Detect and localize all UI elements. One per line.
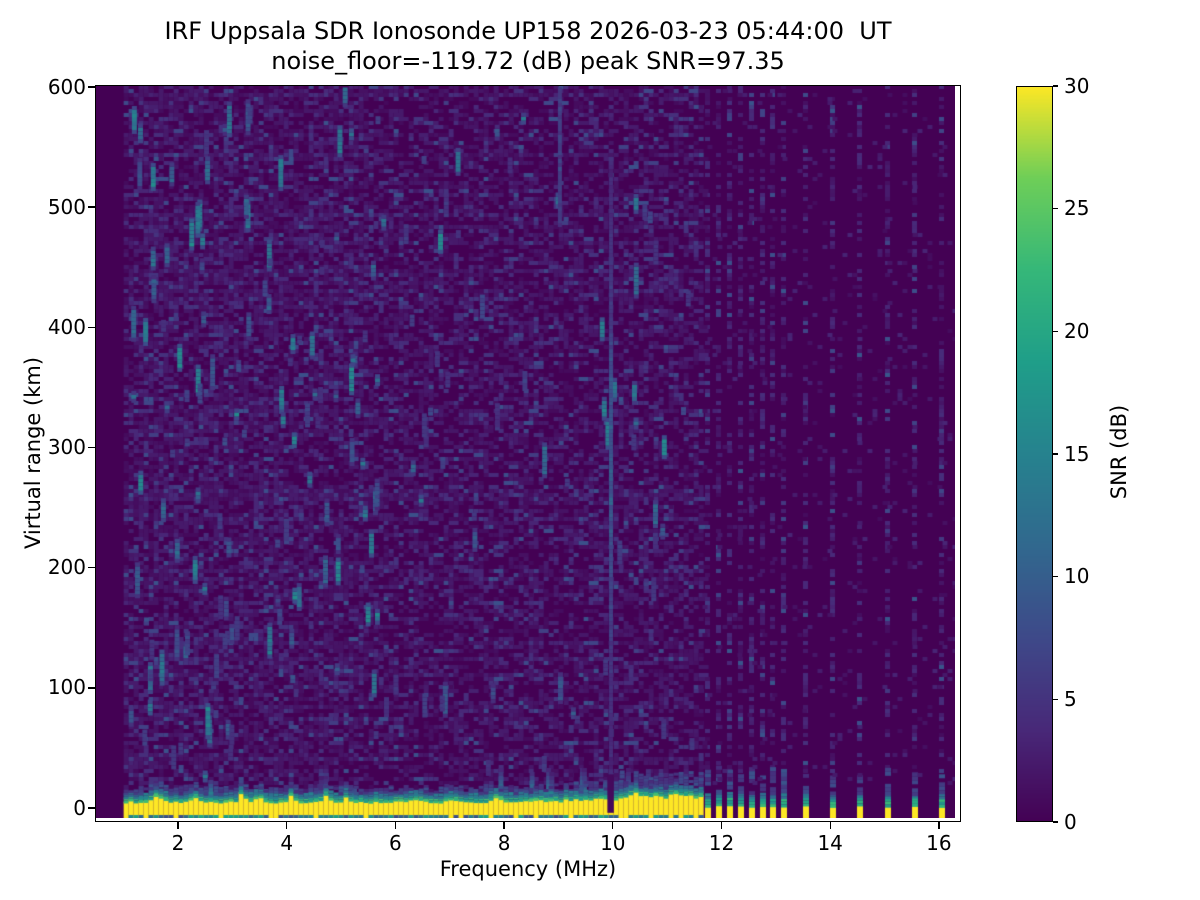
ionogram-figure: IRF Uppsala SDR Ionosonde UP158 2026-03-…: [0, 0, 1200, 900]
tick-mark: [829, 822, 831, 829]
colorbar-label: SNR (dB): [1107, 404, 1131, 500]
tick-mark: [938, 822, 940, 829]
y-axis-label: Virtual range (km): [21, 356, 45, 550]
y-tick-label: 100: [47, 675, 86, 700]
colorbar-tick-label: 0: [1064, 809, 1077, 834]
y-tick-label: 0: [73, 795, 86, 820]
x-tick-label: 14: [817, 831, 843, 855]
tick-mark: [88, 566, 95, 569]
tick-mark: [177, 822, 179, 829]
x-tick-label: 16: [926, 831, 952, 855]
tick-mark: [720, 822, 723, 829]
colorbar-tick-label: 5: [1064, 686, 1077, 711]
tick-mark: [1053, 698, 1058, 701]
chart-subtitle: noise_floor=-119.72 (dB) peak SNR=97.35: [271, 47, 785, 75]
plot-frame: [95, 85, 961, 822]
x-tick-label: 6: [389, 831, 402, 855]
y-tick-label: 600: [47, 74, 86, 99]
tick-mark: [503, 822, 505, 829]
chart-title: IRF Uppsala SDR Ionosonde UP158 2026-03-…: [164, 17, 892, 45]
tick-mark: [88, 687, 95, 689]
tick-mark: [88, 807, 95, 809]
colorbar-tick-label: 30: [1064, 73, 1090, 98]
x-tick-label: 2: [171, 831, 185, 855]
x-tick-label: 4: [280, 831, 294, 855]
y-tick-label: 500: [47, 194, 86, 219]
tick-mark: [1053, 575, 1058, 578]
colorbar-frame: [1016, 86, 1053, 822]
tick-mark: [612, 822, 614, 829]
colorbar-tick-label: 20: [1064, 318, 1090, 343]
colorbar-tick-label: 25: [1064, 196, 1090, 221]
tick-mark: [1053, 330, 1058, 333]
x-tick-label: 8: [497, 831, 511, 855]
y-tick-label: 200: [47, 555, 86, 580]
tick-mark: [88, 86, 95, 88]
tick-mark: [88, 326, 95, 329]
tick-mark: [394, 822, 397, 829]
tick-mark: [1053, 207, 1058, 210]
tick-mark: [88, 206, 95, 208]
colorbar-tick-label: 10: [1064, 564, 1090, 589]
x-tick-label: 12: [708, 831, 735, 855]
x-tick-label: 10: [600, 831, 626, 855]
y-tick-label: 400: [47, 314, 86, 339]
tick-mark: [1053, 85, 1058, 87]
x-axis-label: Frequency (MHz): [439, 857, 617, 881]
tick-mark: [88, 446, 95, 449]
tick-mark: [286, 822, 288, 829]
tick-mark: [1053, 453, 1058, 455]
tick-mark: [1053, 821, 1058, 823]
